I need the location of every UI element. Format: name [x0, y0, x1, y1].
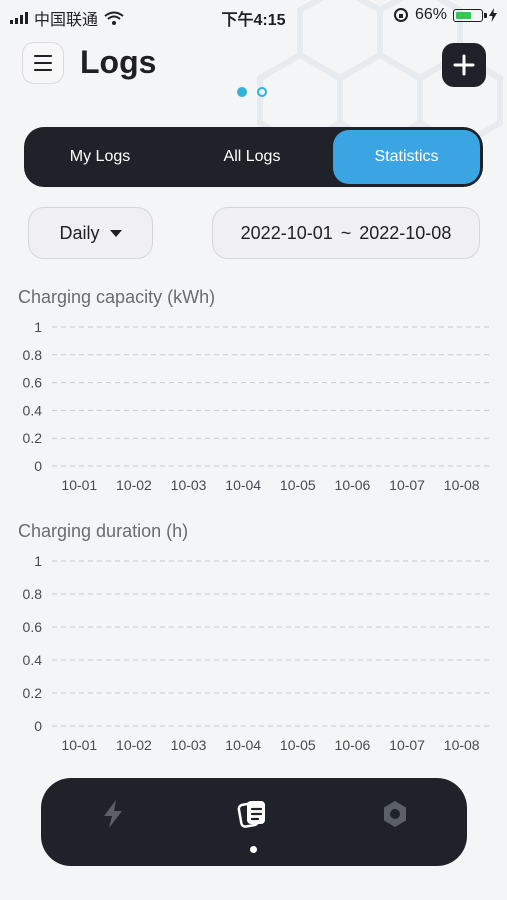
nav-charging[interactable] — [93, 794, 133, 834]
logs-cards-icon — [237, 801, 265, 828]
bottom-nav — [41, 778, 467, 866]
page-title: Logs — [80, 44, 157, 80]
x-tick-label: 10-06 — [335, 477, 371, 493]
x-tick-label: 10-04 — [225, 737, 261, 753]
x-tick-label: 10-07 — [389, 477, 425, 493]
period-dropdown[interactable]: Daily — [28, 207, 153, 259]
y-tick-label: 0.8 — [23, 347, 43, 363]
x-tick-label: 10-03 — [171, 737, 207, 753]
x-tick-label: 10-05 — [280, 737, 316, 753]
date-range-separator: ~ — [340, 222, 352, 243]
y-tick-label: 1 — [34, 553, 42, 569]
x-tick-label: 10-07 — [389, 737, 425, 753]
nav-logs[interactable] — [233, 794, 273, 834]
date-range-picker[interactable]: 2022-10-01 ~ 2022-10-08 — [212, 207, 480, 259]
hexagon-settings-icon — [384, 801, 406, 827]
x-tick-label: 10-05 — [280, 477, 316, 493]
date-range-end: 2022-10-08 — [359, 222, 452, 243]
chart-title-duration: Charging duration (h) — [18, 521, 189, 541]
battery-fill — [456, 11, 472, 19]
lightning-bolt-icon — [104, 800, 122, 828]
date-range-start: 2022-10-01 — [240, 222, 333, 243]
x-tick-label: 10-08 — [444, 477, 480, 493]
y-tick-label: 0.2 — [23, 685, 43, 701]
tab-all-logs[interactable]: All Logs — [176, 127, 328, 187]
x-tick-label: 10-06 — [335, 737, 371, 753]
y-tick-label: 0 — [34, 458, 42, 474]
x-tick-label: 10-04 — [225, 477, 261, 493]
tab-statistics[interactable]: Statistics — [333, 130, 480, 184]
status-right: 66% — [393, 6, 497, 24]
page-dot[interactable] — [257, 87, 267, 97]
charging-icon — [489, 8, 497, 22]
add-button[interactable] — [442, 43, 486, 87]
battery-percent: 66% — [414, 6, 447, 23]
nav-settings[interactable] — [375, 794, 415, 834]
status-bar: 中国联通 下午4:15 66% — [0, 0, 507, 30]
y-tick-label: 0.6 — [23, 375, 43, 391]
page-indicator — [237, 87, 267, 97]
y-tick-label: 0.4 — [23, 402, 43, 418]
x-tick-label: 10-02 — [116, 477, 152, 493]
battery-icon — [453, 8, 487, 22]
period-label: Daily — [59, 222, 100, 243]
menu-button[interactable] — [22, 42, 64, 84]
x-tick-label: 10-03 — [171, 477, 207, 493]
x-tick-label: 10-01 — [61, 477, 97, 493]
capacity-chart: 0 0.2 0.4 0.6 0.8 1 10-01 10-02 10-03 10-04 10-05 1… — [23, 319, 489, 493]
x-tick-label: 10-02 — [116, 737, 152, 753]
chart-title-capacity: Charging capacity (kWh) — [18, 287, 216, 307]
y-tick-label: 0.4 — [23, 652, 43, 668]
page-dot-active[interactable] — [237, 87, 247, 97]
y-tick-label: 0.6 — [23, 619, 43, 635]
duration-chart: 0 0.2 0.4 0.6 0.8 1 10-01 10-02 10-03 10-04 10-05 1… — [23, 553, 489, 753]
plus-icon — [453, 54, 475, 76]
x-tick-label: 10-01 — [61, 737, 97, 753]
y-tick-label: 0.8 — [23, 586, 43, 602]
y-tick-label: 0 — [34, 718, 42, 734]
y-tick-label: 0.2 — [23, 430, 43, 446]
y-tick-label: 1 — [34, 319, 42, 335]
caret-down-icon — [109, 229, 122, 237]
hamburger-menu-icon — [34, 55, 52, 57]
rotation-lock-icon — [393, 8, 408, 22]
nav-active-indicator — [250, 846, 257, 853]
log-tabs: My Logs All Logs Statistics — [24, 127, 483, 187]
tab-my-logs[interactable]: My Logs — [24, 127, 176, 187]
x-tick-label: 10-08 — [444, 737, 480, 753]
